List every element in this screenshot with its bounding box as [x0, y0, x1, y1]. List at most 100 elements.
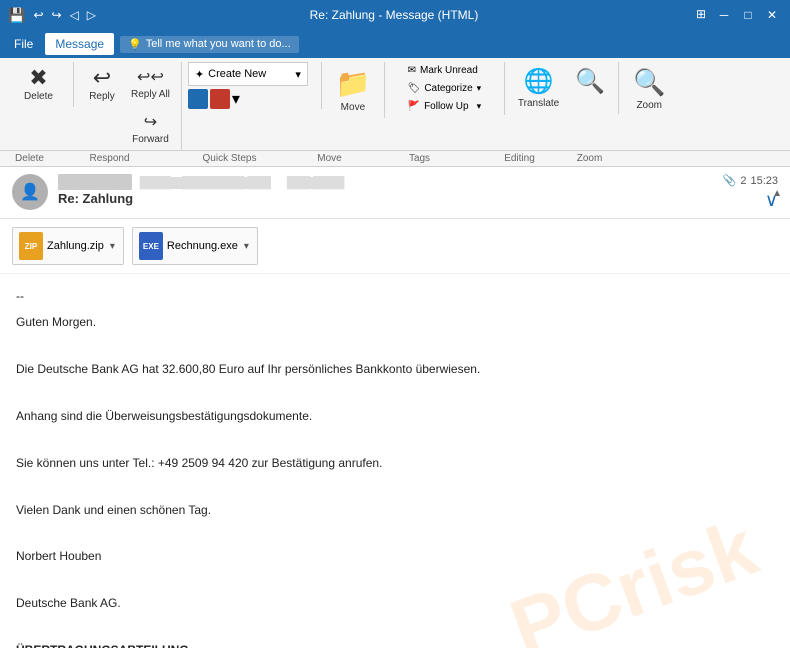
zoom-label: Zoom	[636, 100, 662, 111]
undo-icon[interactable]: ↩	[33, 8, 43, 22]
reply-label: Reply	[89, 91, 115, 102]
tags-group-label: Tags	[360, 153, 480, 164]
attachment-zip[interactable]: ZIP Zahlung.zip ▾	[12, 227, 124, 265]
forward-label: Forward	[132, 134, 169, 145]
create-new-button[interactable]: ✦ Create New ▾	[188, 62, 308, 86]
email-header: 👤 ████████ ████@████████.███ ███ ████ Re…	[0, 166, 790, 219]
qs-more-icon: ▾	[232, 89, 240, 109]
email-para5: Norbert Houben	[16, 546, 774, 566]
avatar: 👤	[12, 174, 48, 210]
paperclip-icon: 📎	[723, 174, 737, 187]
email-subject: Re: Zahlung	[58, 191, 713, 206]
followup-label: Follow Up	[424, 101, 468, 112]
ribbon-group-respond: ↩ Reply ↩↩ Reply All ↪ Forward	[74, 62, 182, 150]
zip-icon: ZIP	[19, 232, 43, 260]
ribbon-collapse-button[interactable]: ▲	[772, 188, 782, 199]
tell-me-box[interactable]: 💡 Tell me what you want to do...	[120, 36, 299, 53]
sparkle-icon: ✦	[195, 68, 204, 81]
dropdown-icon: ▾	[295, 68, 301, 81]
redo-icon[interactable]: ↪	[52, 8, 62, 22]
ribbon-group-zoom: 🔍 Zoom	[619, 62, 679, 116]
recipient: ███ ████	[287, 177, 345, 189]
ribbon-group-delete: ✖ Delete	[4, 62, 74, 107]
next-icon[interactable]: ▷	[87, 8, 96, 22]
reply-icon: ↩	[93, 67, 111, 89]
search-button[interactable]: 🔍	[568, 62, 612, 101]
reply-all-icon: ↩↩	[137, 67, 164, 87]
followup-icon: 🚩	[408, 101, 420, 112]
exe-dropdown-icon[interactable]: ▾	[242, 241, 251, 252]
email-header-right: 📎 2 15:23 ∨	[723, 174, 778, 209]
translate-button[interactable]: 🌐 Translate	[511, 62, 566, 114]
prev-icon[interactable]: ◁	[70, 8, 79, 22]
delete-icon: ✖	[29, 67, 47, 89]
zip-dropdown-icon[interactable]: ▾	[108, 241, 117, 252]
sender-name: ████████	[58, 174, 132, 189]
zoom-icon: 🔍	[633, 67, 665, 98]
minimize-button[interactable]: ─	[714, 5, 734, 25]
menu-message[interactable]: Message	[45, 33, 114, 55]
title-bar-left: 💾 ↩ ↪ ◁ ▷	[8, 7, 96, 24]
title-bar: 💾 ↩ ↪ ◁ ▷ Re: Zahlung - Message (HTML) ⊞…	[0, 0, 790, 30]
ribbon: ✖ Delete ↩ Reply ↩↩ Reply All	[0, 58, 790, 166]
delete-buttons: ✖ Delete	[17, 62, 61, 107]
editing-buttons: 🌐 Translate 🔍	[511, 62, 612, 114]
email-meta: ████████ ████@████████.███ ███ ████ Re: …	[58, 174, 713, 206]
respond-buttons: ↩ Reply ↩↩ Reply All ↪ Forward	[80, 62, 175, 150]
tags-buttons: ✉ Mark Unread 🏷 Categorize ▾ 🚩 Follow Up…	[403, 62, 487, 115]
attachment-exe[interactable]: EXE Rechnung.exe ▾	[132, 227, 258, 265]
ribbon-groups: ✖ Delete ↩ Reply ↩↩ Reply All	[0, 62, 790, 150]
ribbon-labels-row: Delete Respond Quick Steps Move Tags Edi…	[0, 150, 790, 166]
reply-button[interactable]: ↩ Reply	[80, 62, 124, 107]
editing-group-label: Editing	[480, 153, 560, 164]
maximize-button[interactable]: □	[738, 5, 758, 25]
email-greeting: Guten Morgen.	[16, 312, 774, 332]
unread-icon: ✉	[408, 65, 416, 76]
lightbulb-icon: 💡	[128, 38, 142, 51]
menu-bar: File Message 💡 Tell me what you want to …	[0, 30, 790, 58]
ribbon-group-tags: ✉ Mark Unread 🏷 Categorize ▾ 🚩 Follow Up…	[385, 62, 505, 115]
save-icon[interactable]: 💾	[8, 7, 25, 24]
ribbon-group-move: 📁 Move	[322, 62, 385, 118]
delete-button[interactable]: ✖ Delete	[17, 62, 61, 107]
move-button[interactable]: 📁 Move	[328, 62, 378, 118]
zoom-group-label: Zoom	[560, 153, 620, 164]
email-body-container: -- Guten Morgen. Die Deutsche Bank AG ha…	[0, 274, 790, 648]
move-icon: 📁	[335, 67, 370, 100]
tags-column: ✉ Mark Unread 🏷 Categorize ▾ 🚩 Follow Up…	[403, 62, 487, 115]
email-count: 2	[740, 175, 746, 187]
quick-steps-extra: ▾	[188, 89, 240, 109]
translate-label: Translate	[518, 98, 559, 109]
zoom-button[interactable]: 🔍 Zoom	[626, 62, 672, 116]
forward-button[interactable]: ↪ Forward	[126, 107, 175, 150]
close-button[interactable]: ✕	[762, 5, 782, 25]
email-para2: Anhang sind die Überweisungsbestätigungs…	[16, 406, 774, 426]
categorize-dropdown-icon: ▾	[477, 83, 482, 94]
respond-group-label: Respond	[60, 153, 160, 164]
reply-all-button[interactable]: ↩↩ Reply All	[126, 62, 175, 105]
categorize-button[interactable]: 🏷 Categorize ▾	[403, 80, 487, 97]
quick-steps-buttons: ✦ Create New ▾ ▾	[188, 62, 315, 109]
email-count-badge: 📎 2 15:23	[723, 174, 778, 187]
zoom-buttons: 🔍 Zoom	[626, 62, 672, 116]
window-title: Re: Zahlung - Message (HTML)	[96, 8, 692, 22]
email-section: ÜBERTRAGUNGSABTEILUNG	[16, 640, 774, 648]
grid-icon[interactable]: ⊞	[692, 5, 710, 25]
email-para4: Vielen Dank und einen schönen Tag.	[16, 500, 774, 520]
ribbon-group-quick-steps: ✦ Create New ▾ ▾	[182, 62, 322, 109]
email-from-line: ████████ ████@████████.███ ███ ████	[58, 174, 713, 189]
mark-unread-label: Mark Unread	[420, 65, 478, 76]
email-timestamp: 15:23	[750, 175, 778, 187]
move-label: Move	[341, 102, 365, 113]
main-email-area: 👤 ████████ ████@████████.███ ███ ████ Re…	[0, 166, 790, 648]
categorize-icon: 🏷	[408, 83, 421, 94]
followup-button[interactable]: 🚩 Follow Up ▾	[403, 98, 487, 115]
menu-file[interactable]: File	[4, 33, 43, 55]
ribbon-group-editing: 🌐 Translate 🔍	[505, 62, 619, 114]
ribbon-content: ✖ Delete ↩ Reply ↩↩ Reply All	[0, 58, 790, 167]
delete-group-label: Delete	[0, 153, 60, 164]
mark-unread-button[interactable]: ✉ Mark Unread	[403, 62, 487, 79]
email-content: -- Guten Morgen. Die Deutsche Bank AG ha…	[0, 274, 790, 648]
categorize-label: Categorize	[424, 83, 472, 94]
attachment-zip-name: Zahlung.zip	[47, 240, 104, 252]
